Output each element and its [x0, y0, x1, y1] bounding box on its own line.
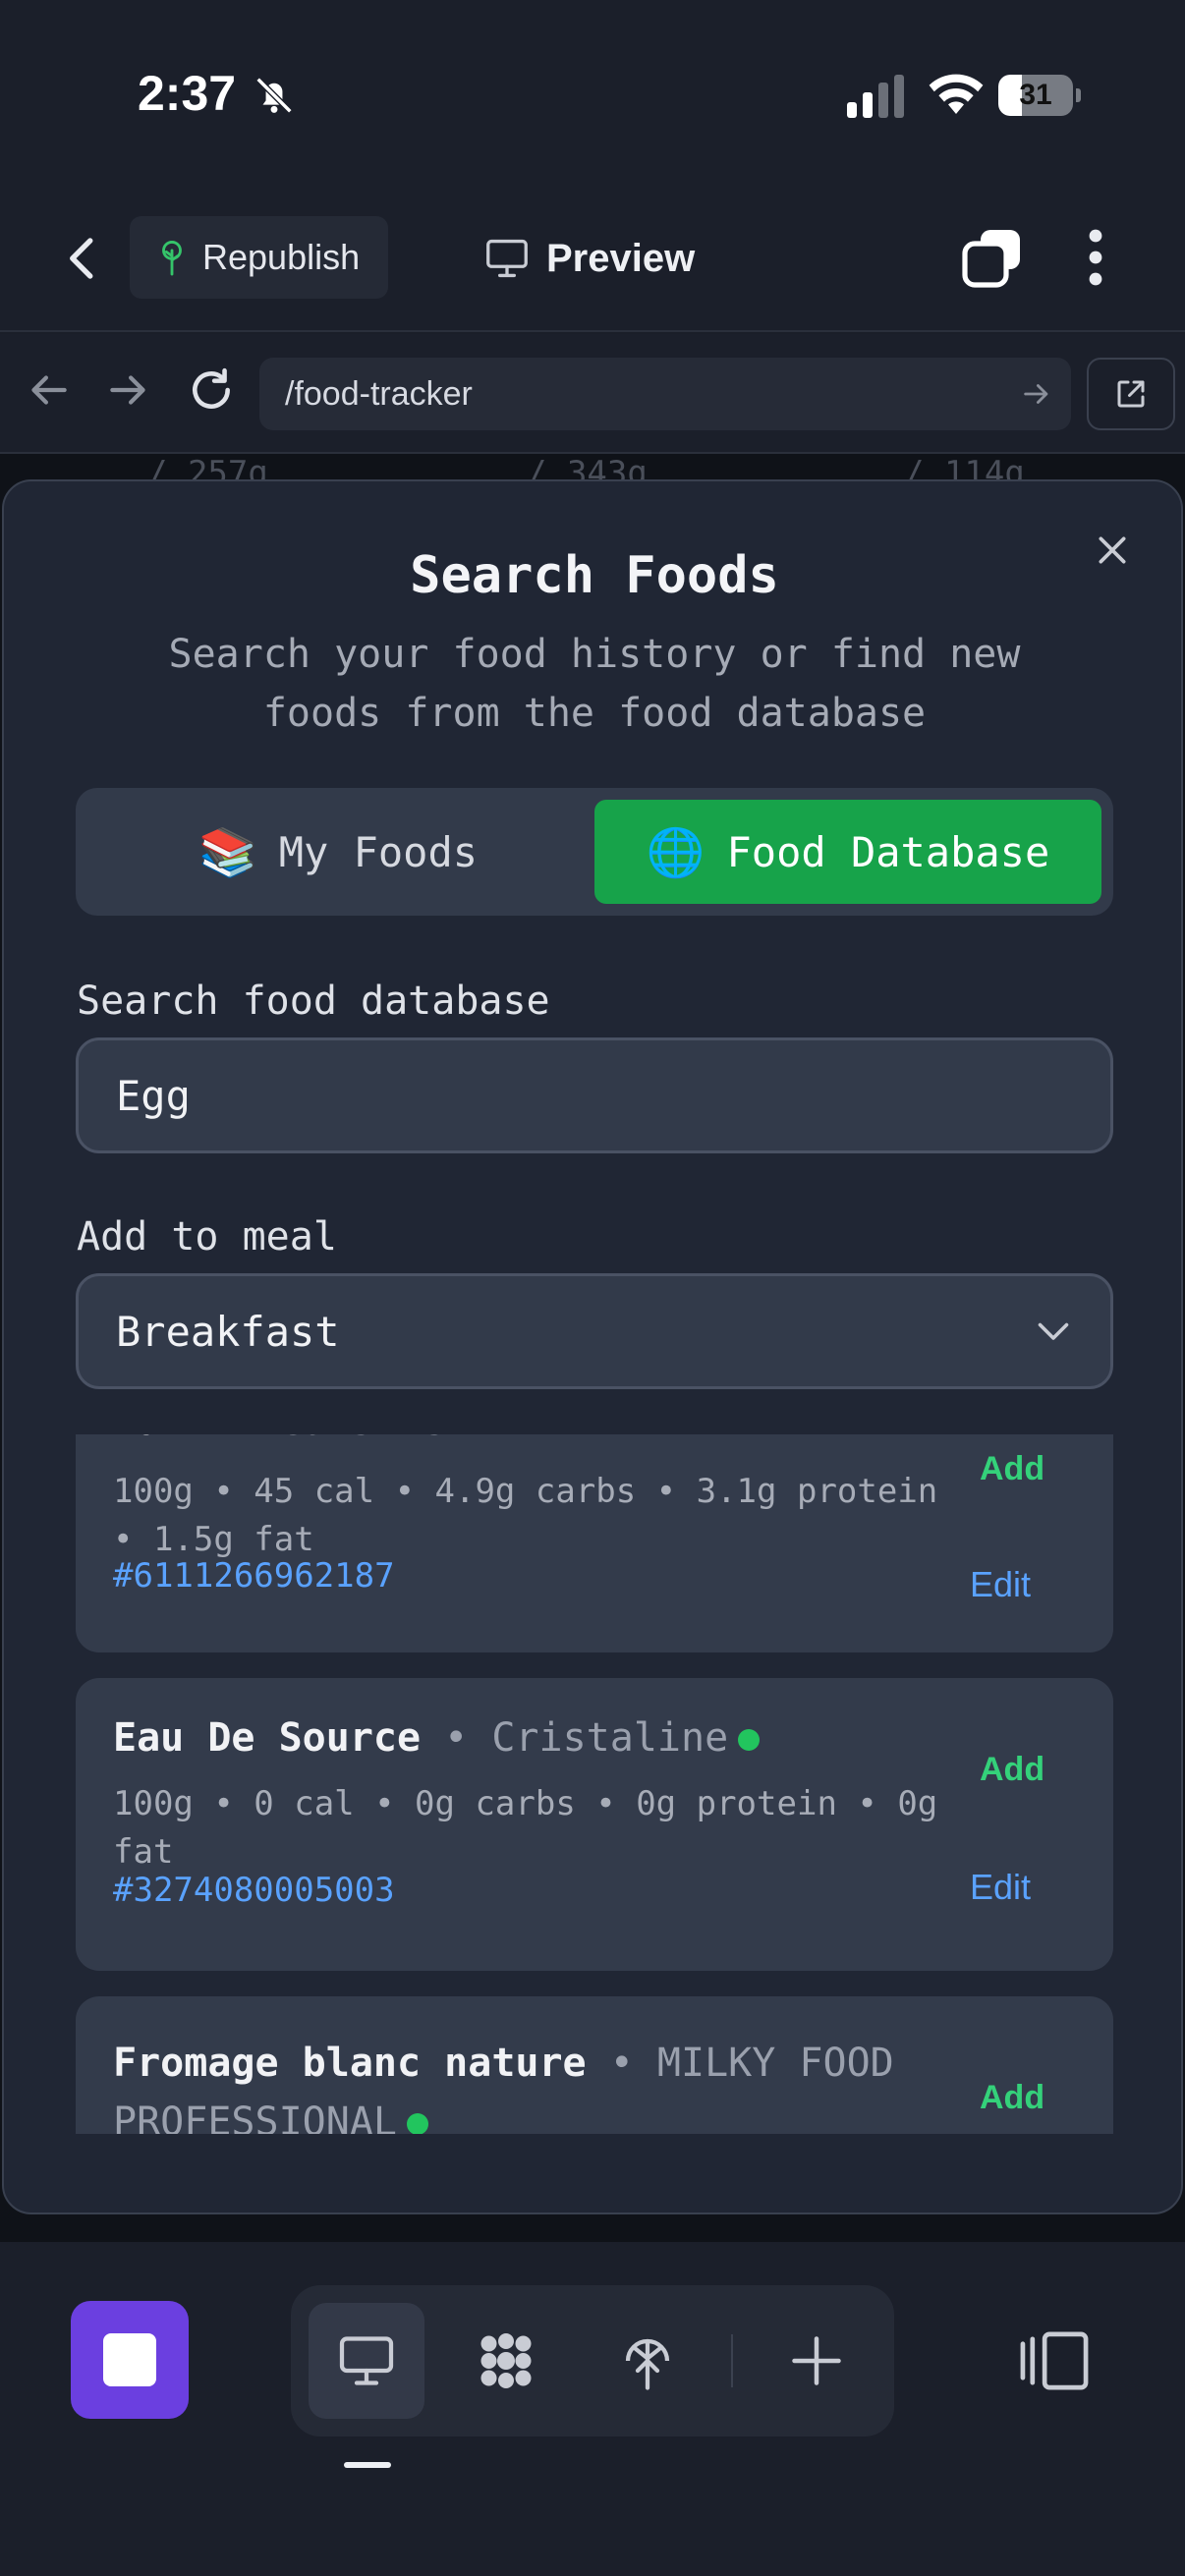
- status-bar: 2:37 31: [0, 0, 1185, 196]
- meal-select[interactable]: Breakfast: [76, 1273, 1113, 1389]
- cell-signal-icon: [847, 75, 904, 118]
- stop-icon: [103, 2333, 156, 2386]
- globe-icon: 🌐: [646, 824, 705, 880]
- reload-icon[interactable]: [187, 365, 236, 415]
- tool-group: [291, 2285, 894, 2436]
- source-tabs: 📚 My Foods 🌐 Food Database: [76, 788, 1113, 916]
- bell-muted-icon: [255, 77, 293, 114]
- external-link-icon: [1117, 380, 1145, 408]
- food-name: Eau De Source • Cristaline: [113, 1715, 761, 1761]
- modal-title: Search Foods: [410, 546, 779, 605]
- add-button[interactable]: Add: [980, 1450, 1044, 1488]
- search-input[interactable]: Egg: [76, 1037, 1113, 1153]
- edit-button[interactable]: Edit: [970, 1867, 1031, 1908]
- stop-button[interactable]: [71, 2301, 189, 2419]
- tool-add[interactable]: [759, 2303, 875, 2419]
- wifi-icon: [929, 74, 984, 114]
- tool-deploy[interactable]: [590, 2303, 705, 2419]
- status-time: 2:37: [138, 66, 237, 121]
- verified-dot: [738, 1729, 761, 1751]
- battery-percent: 31: [1019, 79, 1052, 111]
- list-item: Lait • Cuisine 100g • 45 cal • 4.9g carb…: [76, 1434, 1113, 1652]
- plus-icon: [792, 2336, 841, 2385]
- app-bar: Republish Preview: [0, 196, 1185, 332]
- search-field-label: Search food database: [77, 979, 550, 1024]
- preview-label: Preview: [546, 236, 696, 280]
- list-item: Eau De Source • Cristaline 100g • 0 cal …: [76, 1678, 1113, 1971]
- tab-my-foods-label: My Foods: [278, 827, 479, 876]
- meal-select-value: Breakfast: [116, 1308, 340, 1356]
- nav-back-arrow-icon[interactable]: [24, 365, 73, 415]
- republish-label: Republish: [202, 237, 361, 277]
- food-name: Lait • Cuisine: [113, 1434, 476, 1444]
- food-macros: 100g • 0 cal • 0g carbs • 0g protein • 0…: [113, 1784, 938, 1872]
- tool-workspace[interactable]: [448, 2303, 564, 2419]
- verified-dot: [406, 2113, 428, 2134]
- meal-field-label: Add to meal: [77, 1214, 337, 1260]
- go-arrow-icon[interactable]: [1020, 377, 1053, 411]
- add-button[interactable]: Add: [980, 1751, 1044, 1789]
- url-field[interactable]: /food-tracker: [259, 358, 1071, 430]
- tabs-overview-icon[interactable]: [961, 226, 1024, 289]
- monitor-icon: [339, 2336, 394, 2385]
- books-icon: 📚: [198, 824, 257, 880]
- toolbar-divider: [731, 2334, 733, 2387]
- side-panel-icon[interactable]: [1018, 2328, 1091, 2393]
- tab-my-foods[interactable]: 📚 My Foods: [87, 800, 589, 904]
- url-path: /food-tracker: [285, 375, 473, 413]
- tab-food-database[interactable]: 🌐 Food Database: [594, 800, 1101, 904]
- food-macros: 100g • 45 cal • 4.9g carbs • 3.1g protei…: [113, 1472, 938, 1559]
- list-item: Fromage blanc nature • MILKY FOOD PROFES…: [76, 1996, 1113, 2134]
- battery-icon: 31: [998, 75, 1081, 116]
- active-tool-indicator: [344, 2462, 391, 2468]
- search-foods-modal: Search Foods Search your food history or…: [2, 479, 1183, 2214]
- bottom-toolbar: [0, 2242, 1185, 2576]
- tool-preview[interactable]: [309, 2303, 424, 2419]
- workspace-blobs-icon: [480, 2333, 532, 2388]
- open-external-button[interactable]: [1087, 358, 1175, 430]
- deploy-icon: [625, 2338, 670, 2390]
- more-options-icon[interactable]: [1076, 228, 1115, 287]
- nav-forward-arrow-icon[interactable]: [104, 365, 153, 415]
- food-barcode: #6111266962187: [113, 1556, 395, 1596]
- chevron-down-icon: [1038, 1322, 1069, 1340]
- back-chevron-icon[interactable]: [57, 232, 110, 285]
- monitor-icon: [486, 239, 528, 278]
- edit-button[interactable]: Edit: [970, 1564, 1031, 1605]
- deploy-tree-icon: [162, 241, 182, 276]
- preview-button[interactable]: Preview: [485, 224, 695, 293]
- search-input-value: Egg: [116, 1072, 191, 1120]
- results-list[interactable]: Lait • Cuisine 100g • 45 cal • 4.9g carb…: [76, 1434, 1113, 2134]
- add-button[interactable]: Add: [980, 2079, 1044, 2117]
- food-barcode: #3274080005003: [113, 1871, 395, 1910]
- tab-food-database-label: Food Database: [726, 827, 1050, 876]
- modal-subtitle: Search your food history or find new foo…: [168, 632, 1021, 736]
- republish-button[interactable]: Republish: [130, 216, 388, 299]
- food-name: Fromage blanc nature • MILKY FOOD PROFES…: [113, 2041, 894, 2134]
- browser-url-bar: /food-tracker: [0, 334, 1185, 454]
